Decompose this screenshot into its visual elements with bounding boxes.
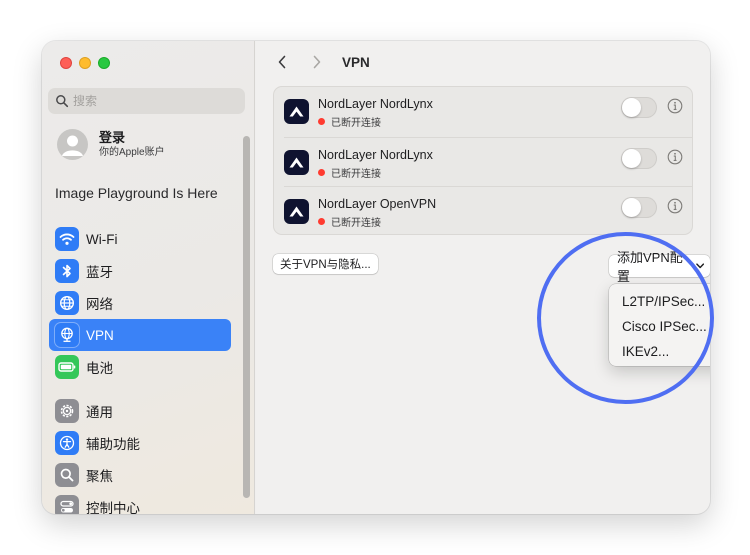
- vpn-status: 已断开连接: [318, 165, 381, 180]
- bluetooth-icon: [55, 259, 79, 283]
- wifi-icon: [55, 227, 79, 251]
- sidebar-item-network[interactable]: 网络: [49, 287, 231, 319]
- person-icon: [62, 135, 83, 156]
- info-icon[interactable]: [667, 149, 683, 165]
- forward-button[interactable]: [306, 51, 328, 73]
- vpn-name: NordLayer NordLynx: [318, 97, 433, 111]
- sidebar-item-label: VPN: [86, 327, 114, 343]
- vpn-toggle[interactable]: [621, 197, 657, 218]
- vpn-name: NordLayer NordLynx: [318, 147, 433, 162]
- vpn-name: NordLayer OpenVPN: [318, 197, 437, 211]
- vpn-list: NordLayer NordLynx 已断开连接 NordLayer NordL…: [273, 86, 693, 235]
- account-sign-in[interactable]: 登录 你的Apple账户: [57, 129, 165, 160]
- vpn-status-text: 已断开连接: [331, 118, 381, 129]
- menu-item-l2tp[interactable]: L2TP/IPSec...: [609, 289, 710, 314]
- control-center-icon: [55, 495, 79, 514]
- sidebar-item-battery[interactable]: 电池: [49, 351, 231, 383]
- sidebar-item-control-center[interactable]: 控制中心: [49, 491, 231, 514]
- sidebar-item-label: 控制中心: [86, 501, 140, 514]
- vpn-row: NordLayer NordLynx 已断开连接: [274, 87, 692, 137]
- accessibility-icon: [55, 431, 79, 455]
- sidebar-scrollbar[interactable]: [243, 136, 250, 498]
- avatar: [57, 129, 88, 160]
- traffic-lights: [60, 57, 110, 69]
- vpn-status-text: 已断开连接: [331, 168, 381, 180]
- magnifier-icon: [55, 463, 79, 487]
- vpn-globe-icon: [55, 323, 79, 347]
- search-input[interactable]: [73, 94, 233, 108]
- maximize-window-button[interactable]: [98, 57, 110, 69]
- sidebar-item-label: 辅助功能: [86, 437, 140, 452]
- page-title: VPN: [342, 54, 370, 70]
- main-pane: VPN NordLayer NordLynx 已断开连接 NordLayer N…: [256, 41, 710, 514]
- search-field[interactable]: [48, 88, 245, 114]
- sidebar-item-label: 蓝牙: [86, 265, 113, 280]
- close-window-button[interactable]: [60, 57, 72, 69]
- menu-item-ikev2[interactable]: IKEv2...: [609, 339, 710, 364]
- status-dot-icon: [318, 118, 325, 125]
- vpn-row: NordLayer NordLynx 已断开连接: [284, 136, 692, 187]
- sidebar-item-label: 聚焦: [86, 469, 113, 484]
- account-name: 登录: [99, 130, 126, 145]
- add-vpn-label: 添加VPN配置: [617, 250, 683, 284]
- chevron-right-icon: [313, 55, 321, 69]
- vpn-type-menu: L2TP/IPSec... Cisco IPSec... IKEv2...: [609, 284, 710, 366]
- status-dot-icon: [318, 168, 325, 176]
- sidebar-item-accessibility[interactable]: 辅助功能: [49, 427, 231, 459]
- chevron-left-icon: [278, 55, 286, 69]
- sidebar-item-bluetooth[interactable]: 蓝牙: [49, 255, 231, 287]
- sidebar: 登录 你的Apple账户 Image Playground Is Here Wi…: [42, 41, 255, 514]
- status-dot-icon: [318, 218, 325, 225]
- minimize-window-button[interactable]: [79, 57, 91, 69]
- sidebar-item-spotlight[interactable]: 聚焦: [49, 459, 231, 491]
- settings-window: 登录 你的Apple账户 Image Playground Is Here Wi…: [42, 41, 710, 514]
- toolbar: VPN: [256, 41, 710, 83]
- globe-icon: [55, 291, 79, 315]
- vpn-status: 已断开连接: [318, 114, 381, 129]
- back-button[interactable]: [271, 51, 293, 73]
- add-vpn-configuration-button[interactable]: 添加VPN配置: [609, 250, 710, 284]
- nordlayer-logo-icon: [284, 199, 309, 224]
- vpn-toggle[interactable]: [621, 97, 657, 118]
- vpn-status: 已断开连接: [318, 214, 381, 229]
- sidebar-nav: Wi-Fi 蓝牙 网络 VPN 电池 通用 辅助功能 聚焦 控制中心: [49, 223, 231, 514]
- sidebar-item-label: 网络: [86, 297, 113, 312]
- nordlayer-logo-icon: [284, 99, 309, 124]
- sidebar-item-label: 通用: [86, 405, 113, 420]
- battery-icon: [55, 355, 79, 379]
- info-icon[interactable]: [667, 98, 683, 114]
- menu-item-cisco-ipsec[interactable]: Cisco IPSec...: [609, 314, 710, 339]
- sidebar-item-vpn[interactable]: VPN: [49, 319, 231, 351]
- vpn-status-text: 已断开连接: [331, 218, 381, 229]
- nordlayer-logo-icon: [284, 149, 309, 175]
- gear-icon: [55, 399, 79, 423]
- sidebar-item-label: Wi-Fi: [86, 231, 118, 247]
- promo-link[interactable]: Image Playground Is Here: [55, 185, 218, 201]
- vpn-toggle[interactable]: [621, 147, 657, 169]
- sidebar-item-wifi[interactable]: Wi-Fi: [49, 223, 231, 255]
- chevron-down-icon: [695, 263, 704, 269]
- account-subtitle: 你的Apple账户: [99, 147, 165, 158]
- vpn-row: NordLayer OpenVPN 已断开连接: [284, 186, 692, 236]
- sidebar-item-label: 电池: [86, 361, 113, 376]
- about-vpn-privacy-button[interactable]: 关于VPN与隐私...: [273, 254, 378, 274]
- info-icon[interactable]: [667, 198, 683, 214]
- sidebar-item-general[interactable]: 通用: [49, 395, 231, 427]
- search-icon: [56, 95, 69, 108]
